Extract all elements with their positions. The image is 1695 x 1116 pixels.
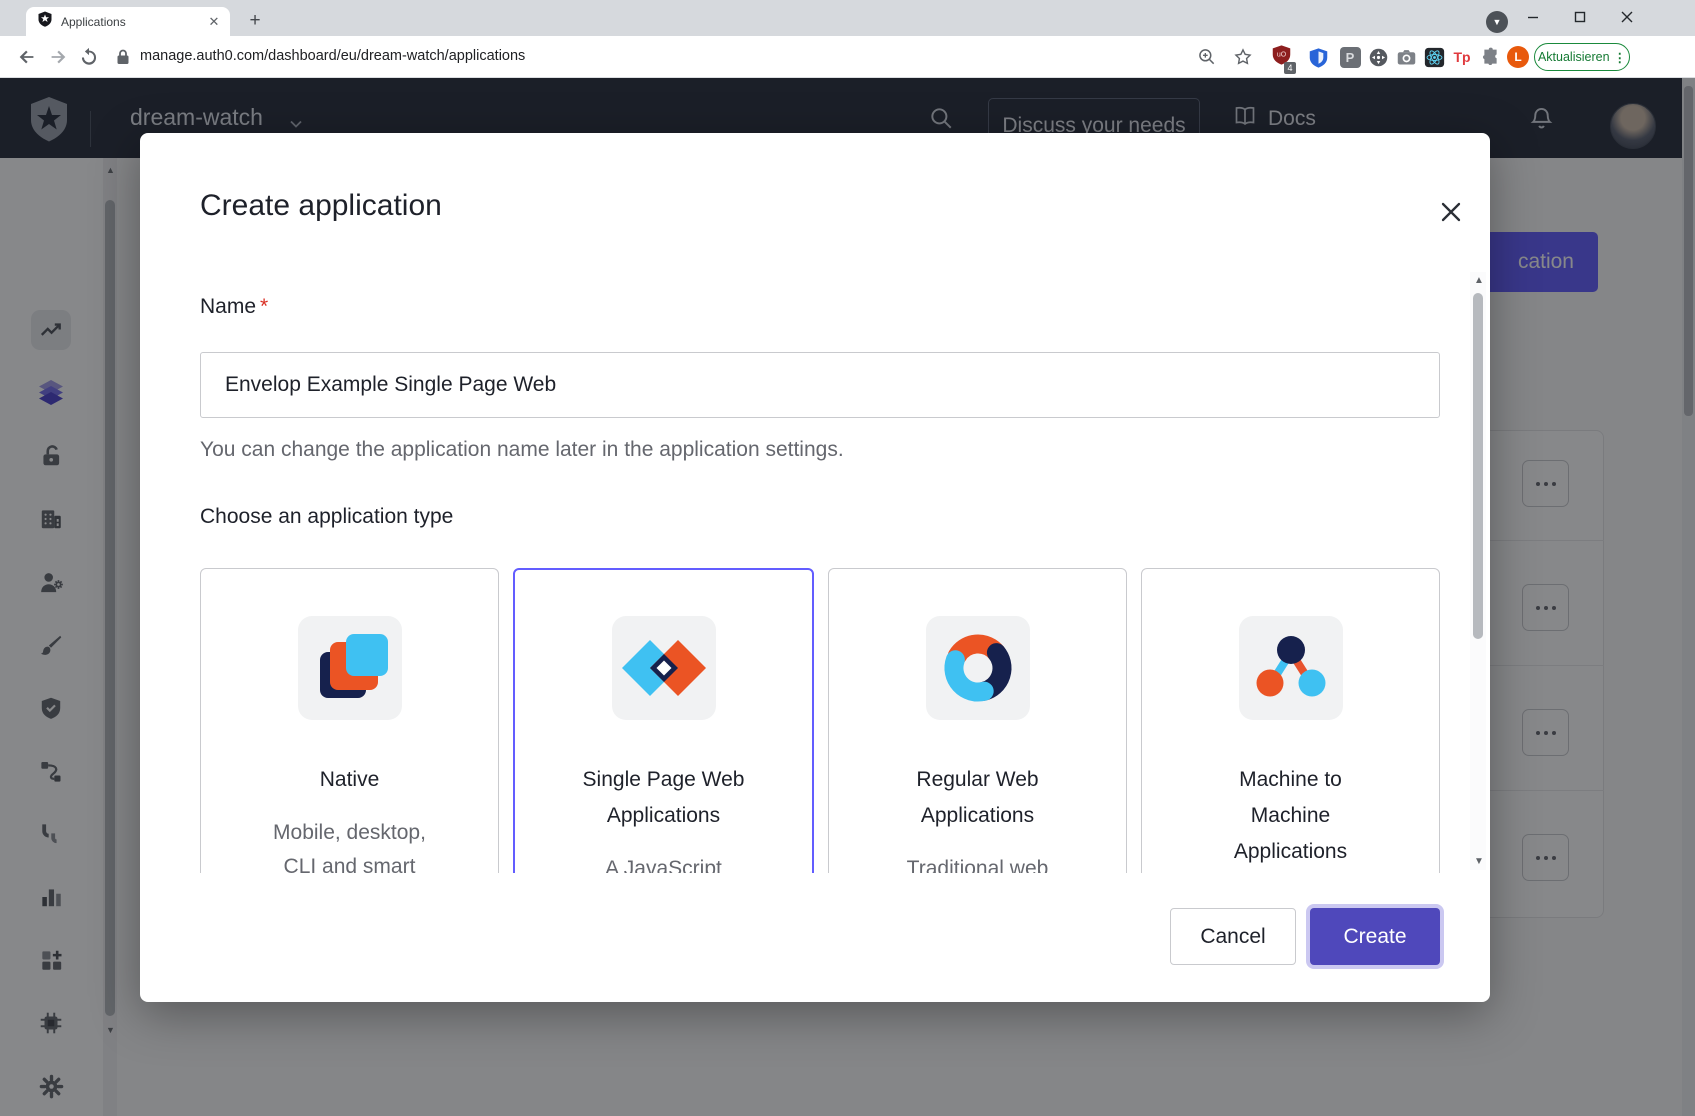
name-helper-text: You can change the application name late… [200, 438, 844, 462]
tab-title: Applications [61, 15, 206, 29]
create-button[interactable]: Create [1310, 908, 1440, 965]
choose-type-label: Choose an application type [200, 505, 453, 529]
cancel-button[interactable]: Cancel [1170, 908, 1296, 965]
window-minimize-button[interactable] [1511, 0, 1555, 33]
new-tab-button[interactable]: + [243, 10, 267, 34]
window-close-button[interactable] [1605, 0, 1649, 33]
p-extension-icon[interactable]: P [1338, 45, 1362, 69]
card-title: Single Page Web Applications [579, 762, 749, 834]
m2m-app-icon [1239, 616, 1343, 720]
update-label: Aktualisieren [1538, 50, 1610, 64]
modal-scrollbar-thumb[interactable] [1473, 293, 1483, 639]
native-app-icon [298, 616, 402, 720]
browser-tab-applications[interactable]: Applications ✕ [26, 7, 230, 36]
close-icon[interactable] [1436, 197, 1466, 227]
page-zoom-icon[interactable] [1195, 45, 1219, 69]
address-bar[interactable]: manage.auth0.com/dashboard/eu/dream-watc… [140, 48, 525, 64]
create-application-modal: Create application Name* You can change … [140, 133, 1490, 1002]
forward-button[interactable] [47, 46, 69, 68]
browser-window: Applications ✕ + ▼ manage.auth0.com/dash… [0, 0, 1695, 1116]
bookmark-star-icon[interactable] [1231, 45, 1255, 69]
back-button[interactable] [16, 46, 38, 68]
card-title: Regular Web Applications [893, 762, 1063, 834]
card-description: Traditional web [907, 852, 1049, 873]
move-tool-extension-icon[interactable] [1366, 45, 1390, 69]
modal-scroll-up-icon[interactable]: ▲ [1474, 276, 1483, 285]
ublock-extension-icon[interactable]: uO4 [1269, 45, 1293, 69]
browser-menu-dots-icon[interactable]: ⋮ [1614, 50, 1627, 65]
regular-web-app-icon [926, 616, 1030, 720]
tab-close-icon[interactable]: ✕ [206, 14, 222, 30]
tab-strip: Applications ✕ + ▼ [0, 0, 1695, 36]
browser-caret-menu-icon[interactable]: ▼ [1486, 11, 1508, 33]
react-devtools-extension-icon[interactable] [1422, 45, 1446, 69]
name-field-label: Name* [200, 295, 268, 319]
camera-extension-icon[interactable] [1394, 45, 1418, 69]
application-type-cards: Native Mobile, desktop, CLI and smart Si… [200, 568, 1440, 873]
required-asterisk: * [260, 295, 268, 318]
card-description: A JavaScript [605, 852, 722, 873]
card-machine-to-machine[interactable]: Machine to Machine Applications [1141, 568, 1440, 873]
spa-app-icon [612, 616, 716, 720]
card-native[interactable]: Native Mobile, desktop, CLI and smart [200, 568, 499, 873]
card-description: Mobile, desktop, CLI and smart [262, 816, 437, 873]
card-title: Machine to Machine Applications [1226, 762, 1356, 870]
svg-text:uO: uO [1276, 51, 1286, 58]
bitwarden-extension-icon[interactable] [1306, 45, 1330, 69]
browser-update-button[interactable]: Aktualisieren ⋮ [1534, 43, 1630, 71]
reload-button[interactable] [78, 46, 100, 68]
card-single-page-web[interactable]: Single Page Web Applications A JavaScrip… [513, 568, 814, 873]
card-title: Native [320, 762, 380, 798]
modal-title: Create application [200, 189, 442, 223]
profile-avatar-chip[interactable]: L [1506, 45, 1530, 69]
ublock-badge: 4 [1284, 62, 1295, 74]
tampermonkey-extension-icon[interactable]: Tp [1450, 45, 1474, 69]
extensions-puzzle-icon[interactable] [1478, 45, 1502, 69]
card-regular-web[interactable]: Regular Web Applications Traditional web [828, 568, 1127, 873]
auth0-favicon [37, 11, 53, 32]
window-maximize-button[interactable] [1558, 0, 1602, 33]
modal-scroll-down-icon[interactable]: ▼ [1474, 857, 1483, 866]
lock-icon[interactable] [116, 48, 130, 71]
application-name-input[interactable] [200, 352, 1440, 418]
